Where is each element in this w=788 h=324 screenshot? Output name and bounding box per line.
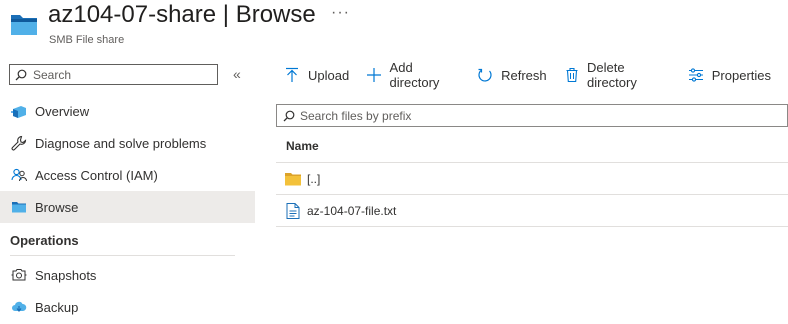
sidebar-item-overview[interactable]: Overview [0,95,255,127]
add-directory-label: Add directory [389,60,440,90]
folder-icon [285,171,301,187]
sidebar-item-snapshots[interactable]: Snapshots [0,259,255,291]
file-name-link[interactable]: az-104-07-file.txt [307,204,396,218]
sidebar-search-box[interactable] [9,64,218,85]
sidebar-nav: Overview Diagnose and solve problems Acc… [0,95,255,323]
sidebar-item-label: Backup [35,299,79,315]
folder-icon [9,197,29,217]
refresh-icon [476,66,494,84]
upload-button[interactable]: Upload [283,66,349,84]
resource-type-subtitle: SMB File share [49,34,125,46]
upload-icon [283,66,301,84]
title-separator: | [222,1,230,28]
more-options-button[interactable]: ··· [331,4,350,22]
file-search-box[interactable] [276,104,788,127]
sidebar-item-label: Snapshots [35,267,97,283]
sidebar-item-diagnose[interactable]: Diagnose and solve problems [0,127,255,159]
file-prefix-search-input[interactable] [298,107,782,124]
file-share-icon [11,15,37,35]
properties-button[interactable]: Properties [687,66,771,84]
properties-label: Properties [711,67,771,83]
sidebar-item-label: Overview [35,103,90,119]
sidebar-search-input[interactable] [31,66,215,83]
page-title: az104-07-share | Browse [48,1,316,29]
wrench-icon [9,133,29,153]
parent-directory-link[interactable]: [..] [307,172,320,186]
resource-name: az104-07-share [48,1,217,28]
sidebar-item-label: Browse [35,199,79,215]
section-divider [10,255,235,256]
delete-directory-button[interactable]: Delete directory [564,60,670,90]
sidebar-item-access-control[interactable]: Access Control (IAM) [0,159,255,191]
table-row[interactable]: [..] [276,163,788,195]
sidebar-item-label: Diagnose and solve problems [35,135,207,151]
command-bar: Upload Add directory Refresh Delete dire… [275,60,788,90]
column-header-name[interactable]: Name [276,130,788,163]
blade-header: az104-07-share | Browse ··· SMB File sha… [0,0,788,56]
refresh-button[interactable]: Refresh [476,66,547,84]
file-list: Name [..] az-104-07-file.txt [276,130,788,227]
properties-icon [687,66,705,84]
section-header-operations: Operations [10,232,79,248]
table-row[interactable]: az-104-07-file.txt [276,195,788,227]
add-directory-button[interactable]: Add directory [366,60,459,90]
collapse-sidebar-button[interactable]: « [233,66,241,82]
search-icon [283,110,295,121]
snapshot-icon [9,265,29,285]
sidebar-item-label: Access Control (IAM) [35,167,158,183]
add-icon [366,66,382,84]
file-icon [285,202,301,219]
sidebar-item-backup[interactable]: Backup [0,291,255,323]
overview-icon [9,101,29,121]
refresh-label: Refresh [501,67,547,83]
people-icon [9,165,29,185]
upload-label: Upload [308,67,350,83]
backup-icon [9,297,29,317]
sidebar-item-browse[interactable]: Browse [0,191,255,223]
trash-icon [564,66,580,84]
page-name: Browse [235,1,316,28]
delete-directory-label: Delete directory [587,60,637,90]
search-icon [15,69,27,80]
